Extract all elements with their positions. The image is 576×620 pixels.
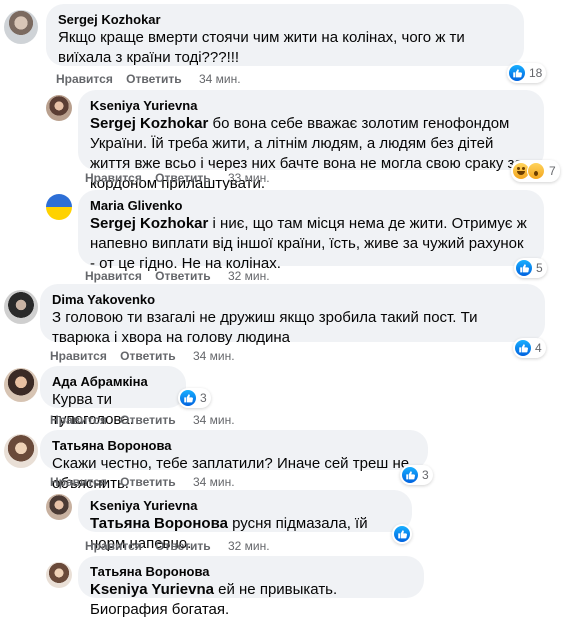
like-link[interactable]: Нравится [85, 539, 142, 553]
reactions[interactable]: 4 [513, 338, 546, 358]
comment-bubble: Татьяна Воронова Kseniya Yurievna ей не … [78, 556, 424, 618]
comment-text: Sergej Kozhokar і ниє, що там місця нема… [90, 214, 532, 274]
like-icon [180, 390, 196, 406]
comment-author[interactable]: Kseniya Yurievna [90, 498, 400, 514]
comment-actions: Нравится Ответить 34 мин. [50, 474, 235, 490]
comment-time[interactable]: 32 мин. [228, 539, 270, 553]
reactions[interactable]: 7 [511, 160, 560, 182]
comment-bubble: Татьяна Воронова Скажи честно, тебе запл… [40, 430, 428, 492]
avatar[interactable] [46, 562, 72, 588]
reactions-count: 4 [535, 341, 542, 355]
reactions[interactable]: 3 [178, 388, 211, 408]
comment-author[interactable]: Татьяна Воронова [90, 564, 412, 580]
comment-bubble: Maria Glivenko Sergej Kozhokar і ниє, що… [78, 190, 544, 272]
comment-actions: Нравится Ответить 32 мин. [85, 538, 270, 554]
comment-bubble: Kseniya Yurievna Татьяна Воронова русня … [78, 490, 412, 552]
reactions[interactable]: 5 [514, 258, 547, 278]
reactions-count: 5 [536, 261, 543, 275]
comment-bubble: Ада Абрамкіна Курва ти тупоголова. [40, 366, 186, 428]
avatar[interactable] [46, 194, 72, 220]
like-icon [402, 467, 418, 483]
reactions[interactable]: 18 [507, 63, 547, 83]
comment-actions: Нравится Ответить 34 мин. [50, 412, 235, 428]
comment-time[interactable]: 33 мин. [228, 171, 270, 185]
comment-text: Якщо краще вмерти стоячи чим жити на кол… [58, 29, 465, 66]
comment-author[interactable]: Dima Yakovenko [52, 292, 533, 308]
like-icon [394, 526, 410, 542]
like-link[interactable]: Нравится [85, 269, 142, 283]
reactions-count: 3 [200, 391, 207, 405]
comment-actions: Нравится Ответить 34 мин. [50, 348, 235, 364]
like-link[interactable]: Нравится [50, 475, 107, 489]
comment-text: Kseniya Yurievna ей не привыкать. Биогра… [90, 580, 412, 620]
comment-time[interactable]: 32 мин. [228, 269, 270, 283]
comment-bubble: Dima Yakovenko З головою ти взагалі не д… [40, 284, 545, 346]
like-link[interactable]: Нравится [50, 349, 107, 363]
reactions-count: 7 [549, 164, 556, 178]
reply-link[interactable]: Ответить [155, 171, 210, 185]
comment-author[interactable]: Татьяна Воронова [52, 438, 416, 454]
comment-actions: Нравится Ответить 34 мин. [56, 71, 241, 87]
comment-author[interactable]: Sergej Kozhokar [58, 12, 512, 28]
reactions-count: 3 [422, 468, 429, 482]
reply-link[interactable]: Ответить [120, 475, 175, 489]
comment-actions: Нравится Ответить 33 мин. [85, 170, 270, 186]
comment-time[interactable]: 34 мин. [193, 413, 235, 427]
like-icon [515, 340, 531, 356]
like-icon [509, 65, 525, 81]
comment-author[interactable]: Maria Glivenko [90, 198, 532, 214]
reply-link[interactable]: Ответить [155, 269, 210, 283]
like-link[interactable]: Нравится [56, 72, 113, 86]
wow-icon [527, 162, 545, 180]
avatar[interactable] [4, 434, 38, 468]
avatar[interactable] [4, 10, 38, 44]
avatar[interactable] [4, 368, 38, 402]
avatar[interactable] [46, 494, 72, 520]
comment-actions: Нравится Ответить 32 мин. [85, 268, 270, 284]
reply-link[interactable]: Ответить [155, 539, 210, 553]
reactions-count: 18 [529, 66, 543, 80]
comment-time[interactable]: 34 мин. [193, 475, 235, 489]
comment-time[interactable]: 34 мин. [199, 72, 241, 86]
avatar[interactable] [4, 290, 38, 324]
mention[interactable]: Татьяна Воронова [90, 515, 228, 532]
like-icon [516, 260, 532, 276]
reactions[interactable]: 3 [400, 465, 433, 485]
mention[interactable]: Sergej Kozhokar [90, 215, 208, 232]
comment-bubble: Sergej Kozhokar Якщо краще вмерти стоячи… [46, 4, 524, 66]
comment-time[interactable]: 34 мин. [193, 349, 235, 363]
mention[interactable]: Kseniya Yurievna [90, 581, 214, 598]
like-link[interactable]: Нравится [50, 413, 107, 427]
reactions[interactable] [392, 524, 412, 544]
comment-bubble: Kseniya Yurievna Sergej Kozhokar бо вона… [78, 90, 544, 192]
mention[interactable]: Sergej Kozhokar [90, 115, 208, 132]
reply-link[interactable]: Ответить [120, 349, 175, 363]
comment-author[interactable]: Kseniya Yurievna [90, 98, 532, 114]
reply-link[interactable]: Ответить [126, 72, 181, 86]
reply-link[interactable]: Ответить [120, 413, 175, 427]
comment-text: З головою ти взагалі не дружиш якщо зроб… [52, 309, 478, 346]
comment-author[interactable]: Ада Абрамкіна [52, 374, 174, 390]
like-link[interactable]: Нравится [85, 171, 142, 185]
avatar[interactable] [46, 95, 72, 121]
